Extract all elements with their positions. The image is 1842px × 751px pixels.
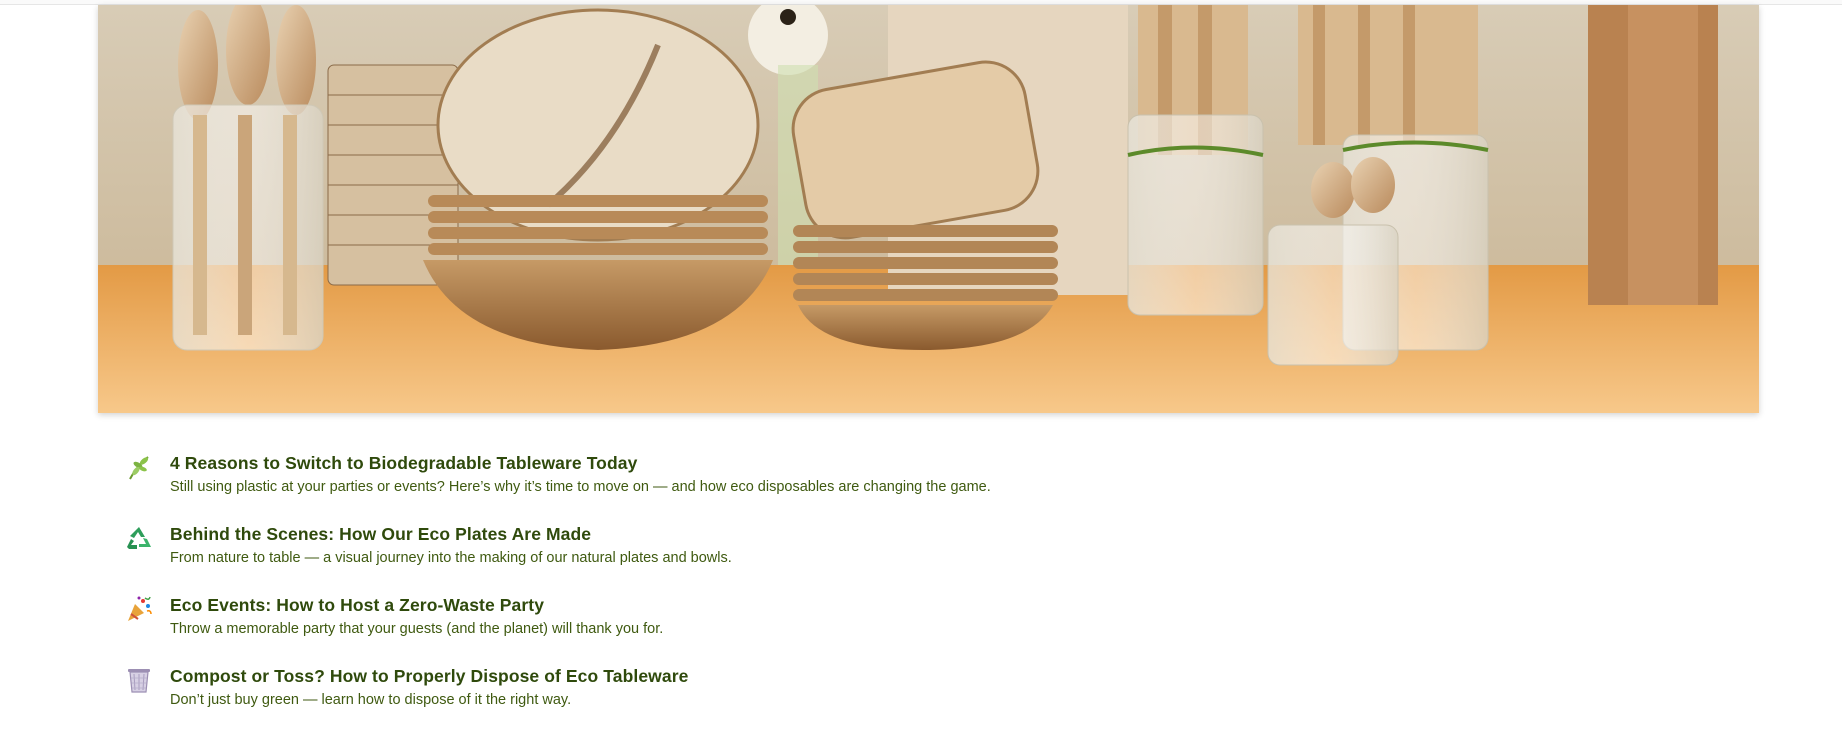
hero-image <box>98 5 1759 413</box>
tableware-photo <box>98 5 1759 413</box>
post-title[interactable]: Compost or Toss? How to Properly Dispose… <box>170 666 688 687</box>
post-title[interactable]: 4 Reasons to Switch to Biodegradable Tab… <box>170 453 637 474</box>
post-description: Throw a memorable party that your guests… <box>170 621 664 637</box>
post-description: From nature to table — a visual journey … <box>170 550 732 566</box>
list-item[interactable]: Behind the Scenes: How Our Eco Plates Ar… <box>124 519 1324 590</box>
post-title[interactable]: Eco Events: How to Host a Zero-Waste Par… <box>170 595 544 616</box>
list-item[interactable]: Eco Events: How to Host a Zero-Waste Par… <box>124 590 1324 661</box>
post-description: Still using plastic at your parties or e… <box>170 479 991 495</box>
recycle-icon <box>124 523 154 553</box>
post-title[interactable]: Behind the Scenes: How Our Eco Plates Ar… <box>170 524 591 545</box>
list-item[interactable]: Compost or Toss? How to Properly Dispose… <box>124 661 1324 732</box>
party-popper-icon <box>124 594 154 624</box>
wastebasket-icon <box>124 665 154 695</box>
blog-post-list: 4 Reasons to Switch to Biodegradable Tab… <box>124 448 1324 732</box>
list-item[interactable]: 4 Reasons to Switch to Biodegradable Tab… <box>124 448 1324 519</box>
herb-icon <box>124 452 154 482</box>
post-description: Don’t just buy green — learn how to disp… <box>170 692 572 708</box>
